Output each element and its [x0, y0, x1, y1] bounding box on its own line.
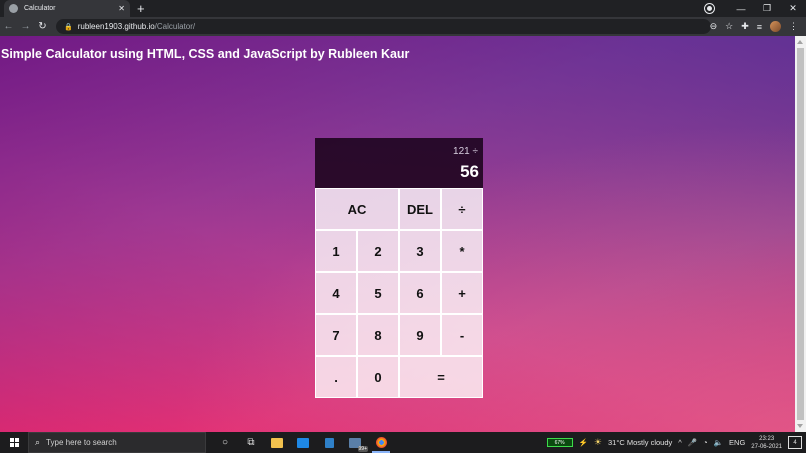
minus-button[interactable]: -	[441, 314, 483, 356]
chrome-icon[interactable]	[368, 432, 394, 453]
digit-8-button[interactable]: 8	[357, 314, 399, 356]
digit-1-button[interactable]: 1	[315, 230, 357, 272]
extensions-icon[interactable]: ✚	[741, 21, 749, 32]
chevron-up-icon[interactable]: ^	[678, 438, 682, 447]
browser-toolbar: ← → ↻ 🔒 rubleen1903.github.io /Calculato…	[0, 17, 806, 36]
notification-center-icon[interactable]: 4	[788, 436, 802, 449]
calculator-display: 121 ÷ 56	[315, 138, 483, 188]
previous-operand: 121 ÷	[453, 146, 478, 157]
digit-0-button[interactable]: 0	[357, 356, 399, 398]
globe-icon	[9, 4, 18, 13]
system-tray: 67% ⚡ ☀ 31°C Mostly cloudy ^ 🎤 ◔ 🔈 ENG 2…	[546, 432, 806, 453]
profile-avatar[interactable]	[770, 21, 781, 32]
mail-icon[interactable]: 99+	[342, 432, 368, 453]
language-indicator[interactable]: ENG	[729, 438, 745, 447]
weather-text[interactable]: 31°C Mostly cloudy	[608, 438, 672, 447]
windows-taskbar: ⌕ Type here to search ○ ⧉ 99+ 67% ⚡ ☀ 31…	[0, 432, 806, 453]
calculator-keypad: AC DEL ÷ 1 2 3 * 4 5 6 + 7 8 9 - . 0 =	[315, 188, 483, 398]
microphone-icon[interactable]: 🎤	[688, 438, 697, 447]
equals-button[interactable]: =	[399, 356, 483, 398]
multiply-button[interactable]: *	[441, 230, 483, 272]
zoom-icon[interactable]: ⊖	[710, 21, 718, 32]
forward-arrow-icon[interactable]: →	[17, 21, 34, 32]
url-host: rubleen1903.github.io	[77, 22, 155, 31]
reload-icon[interactable]: ↻	[34, 21, 51, 32]
scrollbar-thumb[interactable]	[797, 48, 804, 420]
volume-icon[interactable]: 🔈	[714, 438, 723, 447]
task-view-icon[interactable]: ⧉	[238, 432, 264, 453]
back-arrow-icon[interactable]: ←	[0, 21, 17, 32]
plug-icon: ⚡	[578, 438, 588, 447]
page-scrollbar[interactable]	[795, 36, 806, 432]
clock-time: 23:23	[759, 435, 775, 442]
app-l-icon[interactable]	[290, 432, 316, 453]
wifi-icon[interactable]: ◔	[703, 438, 708, 447]
mail-badge: 99+	[357, 446, 368, 452]
taskbar-clock[interactable]: 23:23 27-06-2021	[751, 435, 782, 451]
scroll-up-arrow-icon[interactable]	[797, 40, 803, 44]
scroll-down-arrow-icon[interactable]	[797, 424, 803, 428]
cortana-icon[interactable]: ○	[212, 432, 238, 453]
search-placeholder: Type here to search	[46, 438, 117, 447]
file-explorer-icon[interactable]	[264, 432, 290, 453]
digit-4-button[interactable]: 4	[315, 272, 357, 314]
minimize-button[interactable]: —	[728, 4, 754, 14]
digit-7-button[interactable]: 7	[315, 314, 357, 356]
all-clear-button[interactable]: AC	[315, 188, 399, 230]
digit-6-button[interactable]: 6	[399, 272, 441, 314]
digit-3-button[interactable]: 3	[399, 230, 441, 272]
tab-title: Calculator	[24, 5, 56, 12]
start-button[interactable]	[0, 438, 28, 447]
reading-list-icon[interactable]: ≡	[757, 22, 762, 32]
close-window-button[interactable]: ✕	[780, 3, 806, 14]
digit-9-button[interactable]: 9	[399, 314, 441, 356]
menu-kebab-icon[interactable]: ⋮	[789, 21, 798, 32]
profile-dot-icon[interactable]	[705, 4, 714, 13]
toolbar-actions: ⊖ ☆ ✚ ≡ ⋮	[710, 17, 798, 36]
divide-button[interactable]: ÷	[441, 188, 483, 230]
decimal-point-button[interactable]: .	[315, 356, 357, 398]
tab-calculator[interactable]: Calculator ✕	[4, 0, 130, 17]
battery-icon[interactable]: 67%	[546, 438, 573, 447]
plus-button[interactable]: +	[441, 272, 483, 314]
search-icon: ⌕	[35, 437, 41, 447]
calculator: 121 ÷ 56 AC DEL ÷ 1 2 3 * 4 5 6 + 7 8 9 …	[315, 138, 483, 398]
digit-2-button[interactable]: 2	[357, 230, 399, 272]
close-tab-icon[interactable]: ✕	[118, 4, 125, 13]
delete-button[interactable]: DEL	[399, 188, 441, 230]
page-title: Simple Calculator using HTML, CSS and Ja…	[1, 47, 410, 61]
clock-date: 27-06-2021	[751, 443, 782, 450]
windows-logo-icon	[9, 438, 19, 447]
url-path: /Calculator/	[154, 22, 196, 31]
taskbar-search-box[interactable]: ⌕ Type here to search	[28, 432, 206, 453]
new-tab-button[interactable]: +	[137, 1, 145, 16]
address-bar[interactable]: 🔒 rubleen1903.github.io /Calculator/	[56, 19, 711, 34]
digit-5-button[interactable]: 5	[357, 272, 399, 314]
bookmark-star-icon[interactable]: ☆	[725, 21, 733, 32]
lock-icon[interactable]: 🔒	[64, 23, 73, 31]
browser-tab-strip: Calculator ✕ + — ❐ ✕	[0, 0, 806, 17]
maximize-button[interactable]: ❐	[754, 3, 780, 14]
window-controls: — ❐ ✕	[705, 0, 806, 17]
current-operand: 56	[460, 162, 479, 181]
vscode-icon[interactable]	[316, 432, 342, 453]
pinned-apps: ○ ⧉ 99+	[212, 432, 394, 453]
weather-cloud-sun-icon[interactable]: ☀	[594, 437, 602, 448]
